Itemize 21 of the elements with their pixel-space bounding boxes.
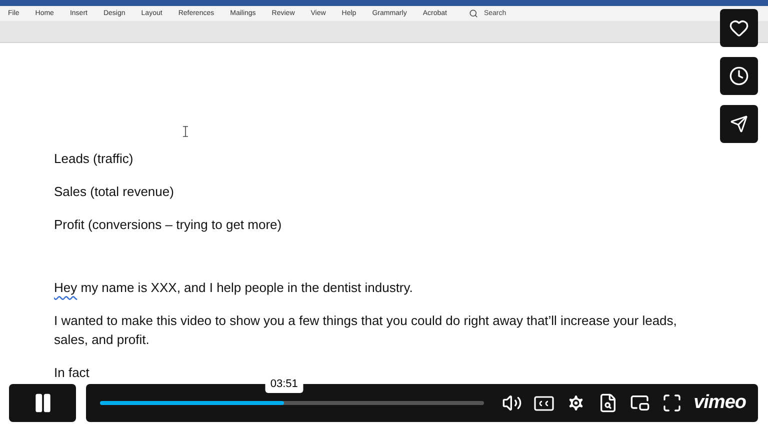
document-paragraph: Profit (conversions – trying to get more) <box>54 216 283 234</box>
logo[interactable]: vimeo <box>694 392 746 414</box>
fullscreen-icon[interactable] <box>662 393 682 413</box>
document-paragraph: Sales (total revenue) <box>54 183 175 201</box>
document-paragraph: I wanted to make this video to show you a few things that you could do right away that’ll increase your leads, sales, and profit. <box>54 312 678 349</box>
volume-icon[interactable] <box>502 393 522 413</box>
document-paragraph: In fact <box>54 364 90 382</box>
like-button[interactable] <box>720 9 758 47</box>
paper-plane-icon <box>730 115 748 133</box>
search-icon <box>468 9 478 18</box>
clock-icon <box>729 66 749 86</box>
captions-icon[interactable] <box>534 396 554 410</box>
transcript-icon[interactable] <box>598 393 618 413</box>
pause-button[interactable] <box>9 384 76 422</box>
document-paragraph: Hey my name is XXX, and I help people in the dentist industry. <box>54 279 414 297</box>
share-button[interactable] <box>720 105 758 143</box>
watch-later-button[interactable] <box>720 57 758 95</box>
text-cursor-icon <box>183 124 188 135</box>
heart-icon <box>729 18 749 38</box>
picture-in-picture-icon[interactable] <box>630 393 650 413</box>
document-paragraph: Leads (traffic) <box>54 150 134 168</box>
